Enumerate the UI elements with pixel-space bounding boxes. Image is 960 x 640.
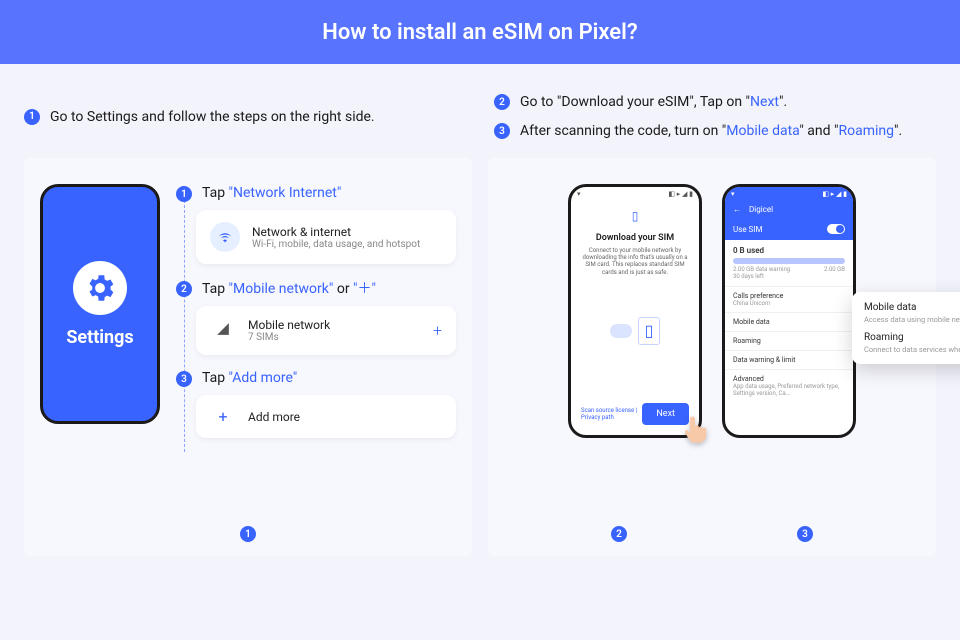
mobile-data-label: Mobile data bbox=[864, 302, 960, 313]
highlight-roaming: Roaming bbox=[838, 123, 894, 139]
simcard-icon: ▯ bbox=[638, 317, 660, 345]
page-header: How to install an eSIM on Pixel? bbox=[0, 0, 960, 64]
substep-3: 3 Tap "Add more" + Add more bbox=[176, 369, 456, 438]
instruction-2-text: Go to "Download your eSIM", Tap on "Next… bbox=[520, 92, 787, 113]
download-sim-title: Download your SIM bbox=[581, 233, 689, 243]
instruction-right-block: 2 Go to "Download your eSIM", Tap on "Ne… bbox=[494, 84, 936, 150]
highlight-network: "Network Internet" bbox=[229, 185, 342, 201]
plus-icon: + bbox=[210, 407, 236, 426]
advanced-row[interactable]: AdvancedApp data usage, Preferred networ… bbox=[725, 369, 853, 402]
substep-1: 1 Tap "Network Internet" Network & inter… bbox=[176, 184, 456, 264]
step-badge-3: 3 bbox=[494, 123, 510, 139]
plus-icon[interactable]: + bbox=[433, 321, 442, 340]
sim-icon: ▯ bbox=[581, 209, 689, 223]
gear-icon bbox=[73, 261, 127, 315]
settings-label: Settings bbox=[66, 327, 133, 348]
panel-num-3: 3 bbox=[797, 526, 813, 542]
step-badge-1: 1 bbox=[24, 109, 40, 125]
substep-badge: 2 bbox=[176, 281, 192, 297]
license-link[interactable]: Scan source license | Privacy path bbox=[581, 407, 642, 421]
panel-num-2: 2 bbox=[611, 526, 627, 542]
substep-2: 2 Tap "Mobile network" or "＋" Mobile net… bbox=[176, 278, 456, 355]
download-sim-phone: ▾◧ ▸ ◢ ▮ ▯ Download your SIM Connect to … bbox=[568, 184, 702, 438]
cloud-icon bbox=[610, 324, 632, 338]
download-illustration: ▯ bbox=[581, 296, 689, 366]
data-warning-row[interactable]: Data warning & limit bbox=[725, 350, 853, 369]
status-bar: ▾◧ ▸ ◢ ▮ bbox=[725, 187, 853, 201]
highlight-mobile-data: Mobile data bbox=[726, 123, 799, 139]
data-usage-section: 0 B used 2.00 GB data warning30 days lef… bbox=[725, 240, 853, 286]
signal-icon bbox=[210, 322, 236, 339]
substep-badge: 1 bbox=[176, 186, 192, 202]
top-instructions: 1 Go to Settings and follow the steps on… bbox=[0, 64, 960, 158]
steps-column: 1 Tap "Network Internet" Network & inter… bbox=[176, 184, 456, 512]
step-badge-2: 2 bbox=[494, 94, 510, 110]
calls-pref-row[interactable]: Calls preferenceChina Unicom bbox=[725, 286, 853, 312]
wifi-icon bbox=[210, 222, 240, 252]
carrier-header: ← Digicel bbox=[725, 201, 853, 218]
sim-settings-phone: ▾◧ ▸ ◢ ▮ ← Digicel Use SIM 0 B used 2.00… bbox=[722, 184, 856, 438]
instruction-1-block: 1 Go to Settings and follow the steps on… bbox=[24, 84, 466, 150]
right-panel: ▾◧ ▸ ◢ ▮ ▯ Download your SIM Connect to … bbox=[488, 158, 936, 556]
network-internet-card[interactable]: Network & internet Wi-Fi, mobile, data u… bbox=[196, 210, 456, 264]
roaming-row[interactable]: Roaming bbox=[725, 331, 853, 350]
toggle-icon[interactable] bbox=[827, 224, 845, 234]
page-title: How to install an eSIM on Pixel? bbox=[322, 20, 637, 45]
highlight-next: Next bbox=[750, 94, 779, 110]
settings-phone-mockup: Settings bbox=[40, 184, 160, 424]
substep-badge: 3 bbox=[176, 371, 192, 387]
panel-num-1: 1 bbox=[240, 526, 256, 542]
mobile-data-row[interactable]: Mobile data bbox=[725, 312, 853, 331]
use-sim-row[interactable]: Use SIM bbox=[725, 218, 853, 240]
instruction-3-text: After scanning the code, turn on "Mobile… bbox=[520, 121, 902, 142]
status-bar: ▾◧ ▸ ◢ ▮ bbox=[571, 187, 699, 201]
add-more-card[interactable]: + Add more bbox=[196, 395, 456, 438]
mobile-network-card[interactable]: Mobile network 7 SIMs + bbox=[196, 306, 456, 355]
panels: Settings 1 Tap "Network Internet" Networ… bbox=[0, 158, 960, 576]
hand-pointer-icon bbox=[680, 414, 710, 444]
instruction-1-text: Go to Settings and follow the steps on t… bbox=[50, 107, 375, 128]
toggle-callout-card: Mobile data Access data using mobile net… bbox=[852, 292, 960, 364]
download-sim-desc: Connect to your mobile network by downlo… bbox=[581, 247, 689, 276]
back-icon[interactable]: ← bbox=[733, 205, 741, 214]
roaming-label: Roaming bbox=[864, 332, 960, 343]
left-panel: Settings 1 Tap "Network Internet" Networ… bbox=[24, 158, 472, 556]
